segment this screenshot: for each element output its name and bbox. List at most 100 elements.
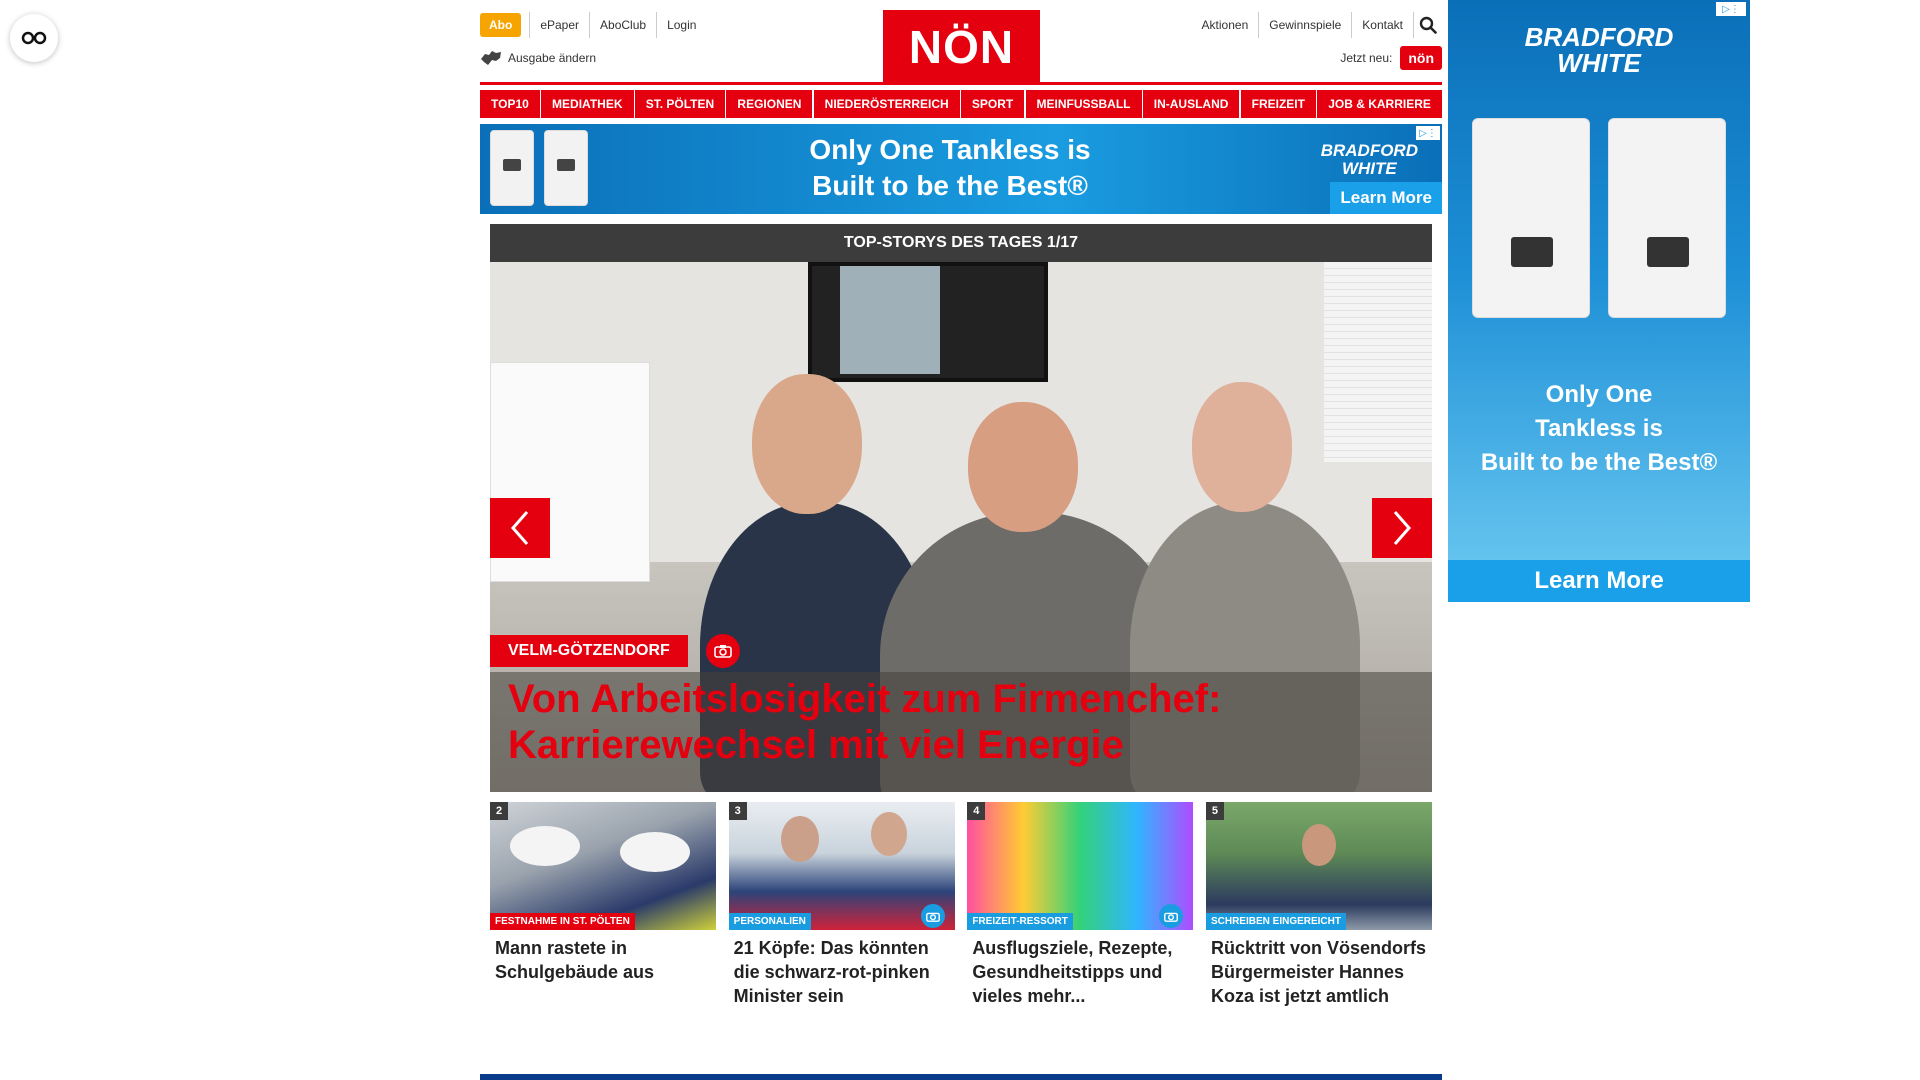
sky-ad-product-image xyxy=(1472,118,1726,318)
story-card-title[interactable]: Mann rastete in Schulgebäude aus xyxy=(490,930,716,984)
hero-location-tag[interactable]: VELM-GÖTZENDORF xyxy=(490,635,688,667)
sky-ad-learn-more-button[interactable]: Learn More xyxy=(1448,560,1750,602)
nav-item-in-ausland[interactable]: IN-AUSLAND xyxy=(1142,90,1240,118)
nav-item-meinfussball[interactable]: MEINFUSSBALL xyxy=(1025,90,1142,118)
story-card-image: 4 FREIZEIT-RESSORT xyxy=(967,802,1194,930)
jetzt-neu[interactable]: Jetzt neu: nön xyxy=(1340,46,1442,70)
top-links: Abo ePaper AboClub Login xyxy=(480,12,706,38)
nav-item-regionen[interactable]: REGIONEN xyxy=(726,90,813,118)
abo-button[interactable]: Abo xyxy=(480,13,522,37)
search-button[interactable] xyxy=(1414,12,1442,38)
camera-icon xyxy=(713,645,732,658)
story-card-image: 2 FESTNAHME IN ST. PÖLTEN xyxy=(490,802,716,930)
ad-learn-more-button[interactable]: Learn More xyxy=(1330,182,1442,214)
hero-image-face xyxy=(968,402,1078,532)
ad-product-image xyxy=(490,130,588,206)
nav-item-job-karriere[interactable]: JOB & KARRIERE xyxy=(1317,90,1442,118)
ad-headline: Only One Tankless is Built to be the Bes… xyxy=(780,132,1120,204)
story-card-image: 3 PERSONALIEN xyxy=(728,802,955,930)
leaderboard-ad[interactable]: Only One Tankless is Built to be the Bes… xyxy=(480,124,1442,214)
nav-item-top10[interactable]: TOP10 xyxy=(480,90,540,118)
water-heater-image xyxy=(1472,118,1590,318)
austria-map-icon xyxy=(481,51,501,65)
top-stories: TOP-STORYS DES TAGES 1/17 VELM-GÖTZENDOR… xyxy=(490,224,1432,1008)
main-column: Abo ePaper AboClub Login Ausgabe ändern … xyxy=(480,0,1442,1080)
right-links: Aktionen Gewinnspiele Kontakt xyxy=(1192,12,1442,38)
story-card-title[interactable]: Rücktritt von Vösendorfs Bürgermeister H… xyxy=(1206,930,1432,1008)
sky-ad-brand-logo: BRADFORD WHITE xyxy=(1448,24,1750,76)
story-card-label: PERSONALIEN xyxy=(728,913,811,930)
story-card-number: 2 xyxy=(490,802,508,820)
camera-icon xyxy=(925,912,940,922)
hero-gallery-badge xyxy=(705,634,740,668)
skyscraper-ad[interactable]: ▷⋮ BRADFORD WHITE Only One Tankless is B… xyxy=(1448,0,1750,602)
main-nav: TOP10 MEDIATHEK ST. PÖLTEN REGIONEN NIED… xyxy=(480,90,1442,118)
slider-prev-button[interactable] xyxy=(490,498,550,558)
story-card[interactable]: 4 FREIZEIT-RESSORT Ausflugsziele, Rezept… xyxy=(967,802,1194,1008)
water-heater-image xyxy=(544,130,588,206)
edition-label: Ausgabe ändern xyxy=(508,51,597,65)
story-cards: 2 FESTNAHME IN ST. PÖLTEN Mann rastete i… xyxy=(490,802,1432,1008)
hero-story[interactable]: VELM-GÖTZENDORF Von Arbeitslosigkeit zum… xyxy=(490,262,1432,792)
adchoices-icon[interactable]: ▷⋮ xyxy=(1716,2,1746,16)
nav-item-niederoesterreich[interactable]: NIEDERÖSTERREICH xyxy=(813,90,960,118)
search-icon xyxy=(1419,16,1437,34)
gewinnspiele-link[interactable]: Gewinnspiele xyxy=(1259,12,1353,38)
hero-meta: VELM-GÖTZENDORF xyxy=(490,634,740,668)
nav-item-mediathek[interactable]: MEDIATHEK xyxy=(541,90,634,118)
story-card-gallery-badge xyxy=(1159,904,1184,928)
hero-image-face xyxy=(752,374,862,514)
story-card-title[interactable]: Ausflugsziele, Rezepte, Gesundheitstipps… xyxy=(967,930,1193,1008)
accessibility-button[interactable] xyxy=(10,14,58,62)
hero-headline[interactable]: Von Arbeitslosigkeit zum Firmenchef: Kar… xyxy=(508,676,1408,768)
ad-brand-line1: BRADFORD xyxy=(1320,141,1418,160)
story-card[interactable]: 2 FESTNAHME IN ST. PÖLTEN Mann rastete i… xyxy=(490,802,716,1008)
nav-item-sport[interactable]: SPORT xyxy=(960,90,1025,118)
hero-image-face xyxy=(1192,382,1292,512)
chevron-left-icon xyxy=(511,511,529,545)
accessibility-icon xyxy=(21,31,47,45)
top-stories-heading: TOP-STORYS DES TAGES 1/17 xyxy=(490,224,1432,262)
site-logo[interactable]: NÖN xyxy=(883,10,1040,84)
adchoices-icon[interactable]: ▷⋮ xyxy=(1416,126,1440,140)
story-card-gallery-badge xyxy=(920,904,945,928)
epaper-link[interactable]: ePaper xyxy=(529,12,589,38)
story-card-number: 3 xyxy=(728,802,747,820)
ad-headline-line1: Only One Tankless is xyxy=(809,134,1091,165)
story-card-number: 5 xyxy=(1205,802,1224,820)
ad-headline-line2: Built to be the Best® xyxy=(812,170,1088,201)
story-card-image: 5 SCHREIBEN EINGEREICHT xyxy=(1205,802,1432,930)
ad-brand-line2: WHITE xyxy=(1341,159,1397,178)
site-header: Abo ePaper AboClub Login Ausgabe ändern … xyxy=(480,0,1442,85)
edition-switcher[interactable]: Ausgabe ändern xyxy=(480,50,596,66)
nav-item-freizeit[interactable]: FREIZEIT xyxy=(1240,90,1316,118)
story-card-label: FREIZEIT-RESSORT xyxy=(967,913,1073,930)
sky-ad-brand-line1: BRADFORD xyxy=(1524,22,1674,52)
hero-image-tv xyxy=(808,262,1048,382)
sky-ad-brand-line2: WHITE xyxy=(1557,48,1641,78)
story-card[interactable]: 3 PERSONALIEN 21 Köpfe: Das könnten die … xyxy=(728,802,955,1008)
jetzt-badge: nön xyxy=(1400,46,1442,70)
water-heater-image xyxy=(490,130,534,206)
aboclub-link[interactable]: AboClub xyxy=(589,12,656,38)
story-card-number: 4 xyxy=(967,802,986,820)
story-card-title[interactable]: 21 Köpfe: Das könnten die schwarz-rot-pi… xyxy=(729,930,955,1008)
chevron-right-icon xyxy=(1393,511,1411,545)
sky-ad-headline: Only One Tankless is Built to be the Bes… xyxy=(1448,378,1750,480)
story-card[interactable]: 5 SCHREIBEN EINGEREICHT Rücktritt von Vö… xyxy=(1205,802,1432,1008)
water-heater-image xyxy=(1608,118,1726,318)
header-divider xyxy=(480,82,1442,85)
nav-item-st-poelten[interactable]: ST. PÖLTEN xyxy=(634,90,726,118)
aktionen-link[interactable]: Aktionen xyxy=(1192,12,1260,38)
sky-ad-headline-line1: Only One xyxy=(1545,381,1653,408)
login-link[interactable]: Login xyxy=(656,12,706,38)
kontakt-link[interactable]: Kontakt xyxy=(1352,12,1414,38)
jetzt-label: Jetzt neu: xyxy=(1340,51,1393,65)
story-card-label: SCHREIBEN EINGEREICHT xyxy=(1205,913,1346,930)
slider-next-button[interactable] xyxy=(1372,498,1432,558)
camera-icon xyxy=(1164,912,1179,922)
section-divider xyxy=(480,1074,1442,1080)
hero-image-calendar xyxy=(1324,262,1432,462)
sky-ad-headline-line2: Tankless is xyxy=(1535,415,1663,442)
story-card-label: FESTNAHME IN ST. PÖLTEN xyxy=(490,913,635,930)
